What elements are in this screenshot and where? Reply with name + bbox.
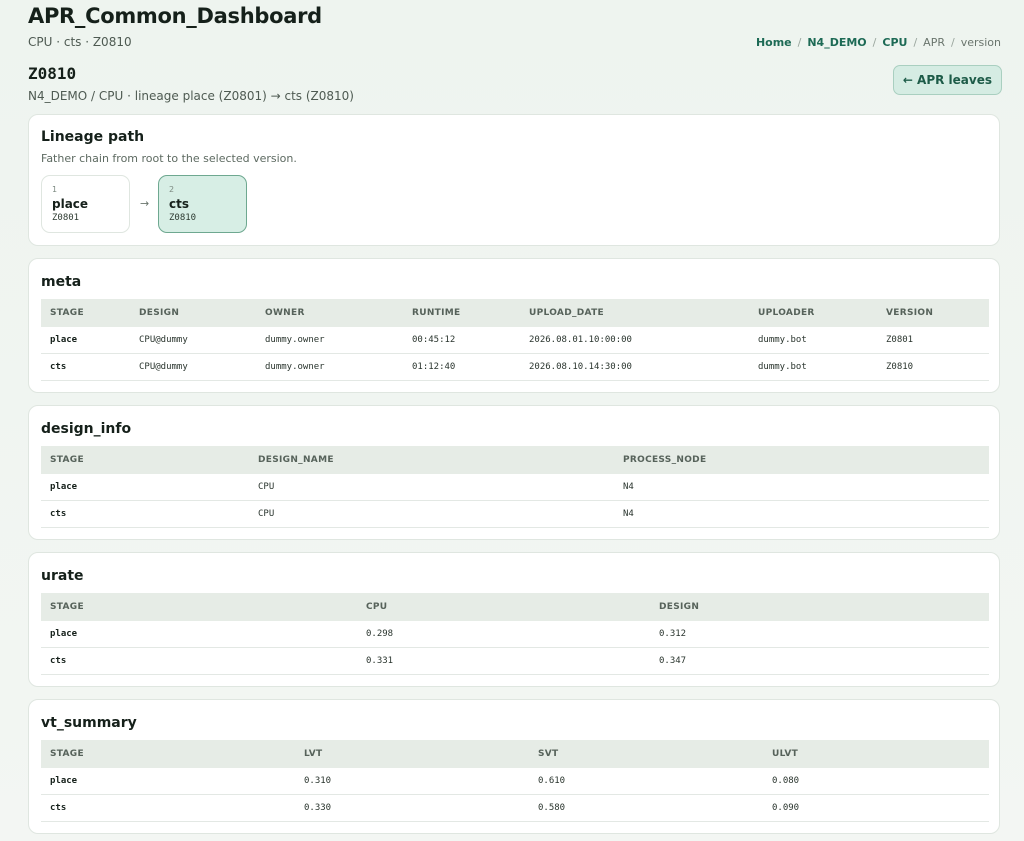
breadcrumb-apr: APR	[923, 36, 945, 49]
table-cell: cts	[41, 647, 357, 675]
design-info-table: STAGE DESIGN_NAME PROCESS_NODE place CPU…	[41, 446, 989, 528]
design-info-card: design_info STAGE DESIGN_NAME PROCESS_NO…	[28, 405, 1000, 540]
column-header: OWNER	[256, 299, 403, 327]
version-code: Z0810	[28, 64, 77, 83]
lineage-description: Father chain from root to the selected v…	[41, 152, 297, 165]
table-cell: 0.312	[650, 621, 989, 648]
lineage-node-place[interactable]: 1 place Z0801	[41, 175, 130, 233]
breadcrumb-separator: /	[797, 36, 802, 49]
table-row: cts 0.331 0.347	[41, 647, 989, 675]
node-stage: place	[52, 197, 89, 211]
table-cell: 0.330	[295, 794, 529, 822]
column-header: DESIGN	[130, 299, 256, 327]
vt-summary-card: vt_summary STAGE LVT SVT ULVT place 0.31…	[28, 699, 1000, 834]
column-header: PROCESS_NODE	[614, 446, 989, 474]
table-cell: Z0810	[877, 353, 989, 381]
table-cell: place	[41, 621, 357, 648]
column-header: DESIGN_NAME	[249, 446, 614, 474]
table-row: cts 0.330 0.580 0.090	[41, 794, 989, 822]
meta-card: meta STAGE DESIGN OWNER RUNTIME UPLOAD_D…	[28, 258, 1000, 393]
breadcrumb-n4-demo[interactable]: N4_DEMO	[807, 36, 866, 49]
table-cell: cts	[41, 500, 249, 528]
lineage-title: Lineage path	[41, 129, 145, 145]
breadcrumb: Home / N4_DEMO / CPU / APR / version	[756, 36, 1001, 49]
table-cell: 0.331	[357, 647, 650, 675]
column-header: LVT	[295, 740, 529, 768]
table-cell: 01:12:40	[403, 353, 520, 381]
table-cell: 0.610	[529, 768, 763, 795]
page-subtitle: CPU · cts · Z0810	[28, 35, 132, 49]
design-info-title: design_info	[41, 421, 132, 437]
table-cell: 2026.08.10.14:30:00	[520, 353, 749, 381]
table-cell: 0.347	[650, 647, 989, 675]
table-cell: CPU@dummy	[130, 327, 256, 354]
column-header: DESIGN	[650, 593, 989, 621]
table-row: place CPU N4	[41, 474, 989, 501]
meta-title: meta	[41, 274, 82, 290]
urate-title: urate	[41, 568, 84, 584]
lineage-card: Lineage path Father chain from root to t…	[28, 114, 1000, 246]
column-header: STAGE	[41, 740, 295, 768]
table-row: cts CPU N4	[41, 500, 989, 528]
lineage-arrow-icon: →	[140, 197, 150, 210]
version-lineage-text: N4_DEMO / CPU · lineage place (Z0801) → …	[28, 89, 354, 103]
breadcrumb-cpu[interactable]: CPU	[882, 36, 907, 49]
table-cell: 0.298	[357, 621, 650, 648]
column-header: ULVT	[763, 740, 989, 768]
column-header: UPLOADER	[749, 299, 877, 327]
column-header: STAGE	[41, 446, 249, 474]
table-cell: place	[41, 768, 295, 795]
node-index: 1	[52, 185, 58, 194]
table-row: place CPU@dummy dummy.owner 00:45:12 202…	[41, 327, 989, 354]
column-header: CPU	[357, 593, 650, 621]
node-code: Z0801	[52, 213, 80, 223]
table-cell: cts	[41, 353, 130, 381]
node-stage: cts	[169, 197, 189, 211]
table-cell: CPU@dummy	[130, 353, 256, 381]
table-row: cts CPU@dummy dummy.owner 01:12:40 2026.…	[41, 353, 989, 381]
breadcrumb-version: version	[960, 36, 1001, 49]
table-cell: 0.080	[763, 768, 989, 795]
table-cell: Z0801	[877, 327, 989, 354]
table-cell: 0.090	[763, 794, 989, 822]
table-cell: 00:45:12	[403, 327, 520, 354]
table-cell: dummy.bot	[749, 353, 877, 381]
breadcrumb-home[interactable]: Home	[756, 36, 792, 49]
table-row: place 0.310 0.610 0.080	[41, 768, 989, 795]
column-header: RUNTIME	[403, 299, 520, 327]
column-header: UPLOAD_DATE	[520, 299, 749, 327]
breadcrumb-separator: /	[950, 36, 955, 49]
vt-summary-table: STAGE LVT SVT ULVT place 0.310 0.610 0.0…	[41, 740, 989, 822]
table-cell: 0.310	[295, 768, 529, 795]
table-cell: N4	[614, 500, 989, 528]
page-title: APR_Common_Dashboard	[28, 4, 322, 28]
column-header: STAGE	[41, 593, 357, 621]
node-code: Z0810	[169, 213, 197, 223]
node-index: 2	[169, 185, 175, 194]
column-header: STAGE	[41, 299, 130, 327]
table-row: place 0.298 0.312	[41, 621, 989, 648]
lineage-node-cts[interactable]: 2 cts Z0810	[158, 175, 247, 233]
table-cell: N4	[614, 474, 989, 501]
table-cell: cts	[41, 794, 295, 822]
table-cell: CPU	[249, 500, 614, 528]
apr-leaves-button[interactable]: ← APR leaves	[892, 65, 1002, 95]
table-cell: 2026.08.01.10:00:00	[520, 327, 749, 354]
breadcrumb-separator: /	[872, 36, 877, 49]
meta-table: STAGE DESIGN OWNER RUNTIME UPLOAD_DATE U…	[41, 299, 989, 381]
column-header: SVT	[529, 740, 763, 768]
table-cell: dummy.owner	[256, 327, 403, 354]
column-header: VERSION	[877, 299, 989, 327]
breadcrumb-separator: /	[913, 36, 918, 49]
vt-summary-title: vt_summary	[41, 715, 137, 731]
table-cell: dummy.owner	[256, 353, 403, 381]
table-cell: dummy.bot	[749, 327, 877, 354]
urate-card: urate STAGE CPU DESIGN place 0.298 0.312…	[28, 552, 1000, 687]
table-cell: CPU	[249, 474, 614, 501]
urate-table: STAGE CPU DESIGN place 0.298 0.312 cts 0…	[41, 593, 989, 675]
table-cell: place	[41, 474, 249, 501]
table-cell: 0.580	[529, 794, 763, 822]
table-cell: place	[41, 327, 130, 354]
